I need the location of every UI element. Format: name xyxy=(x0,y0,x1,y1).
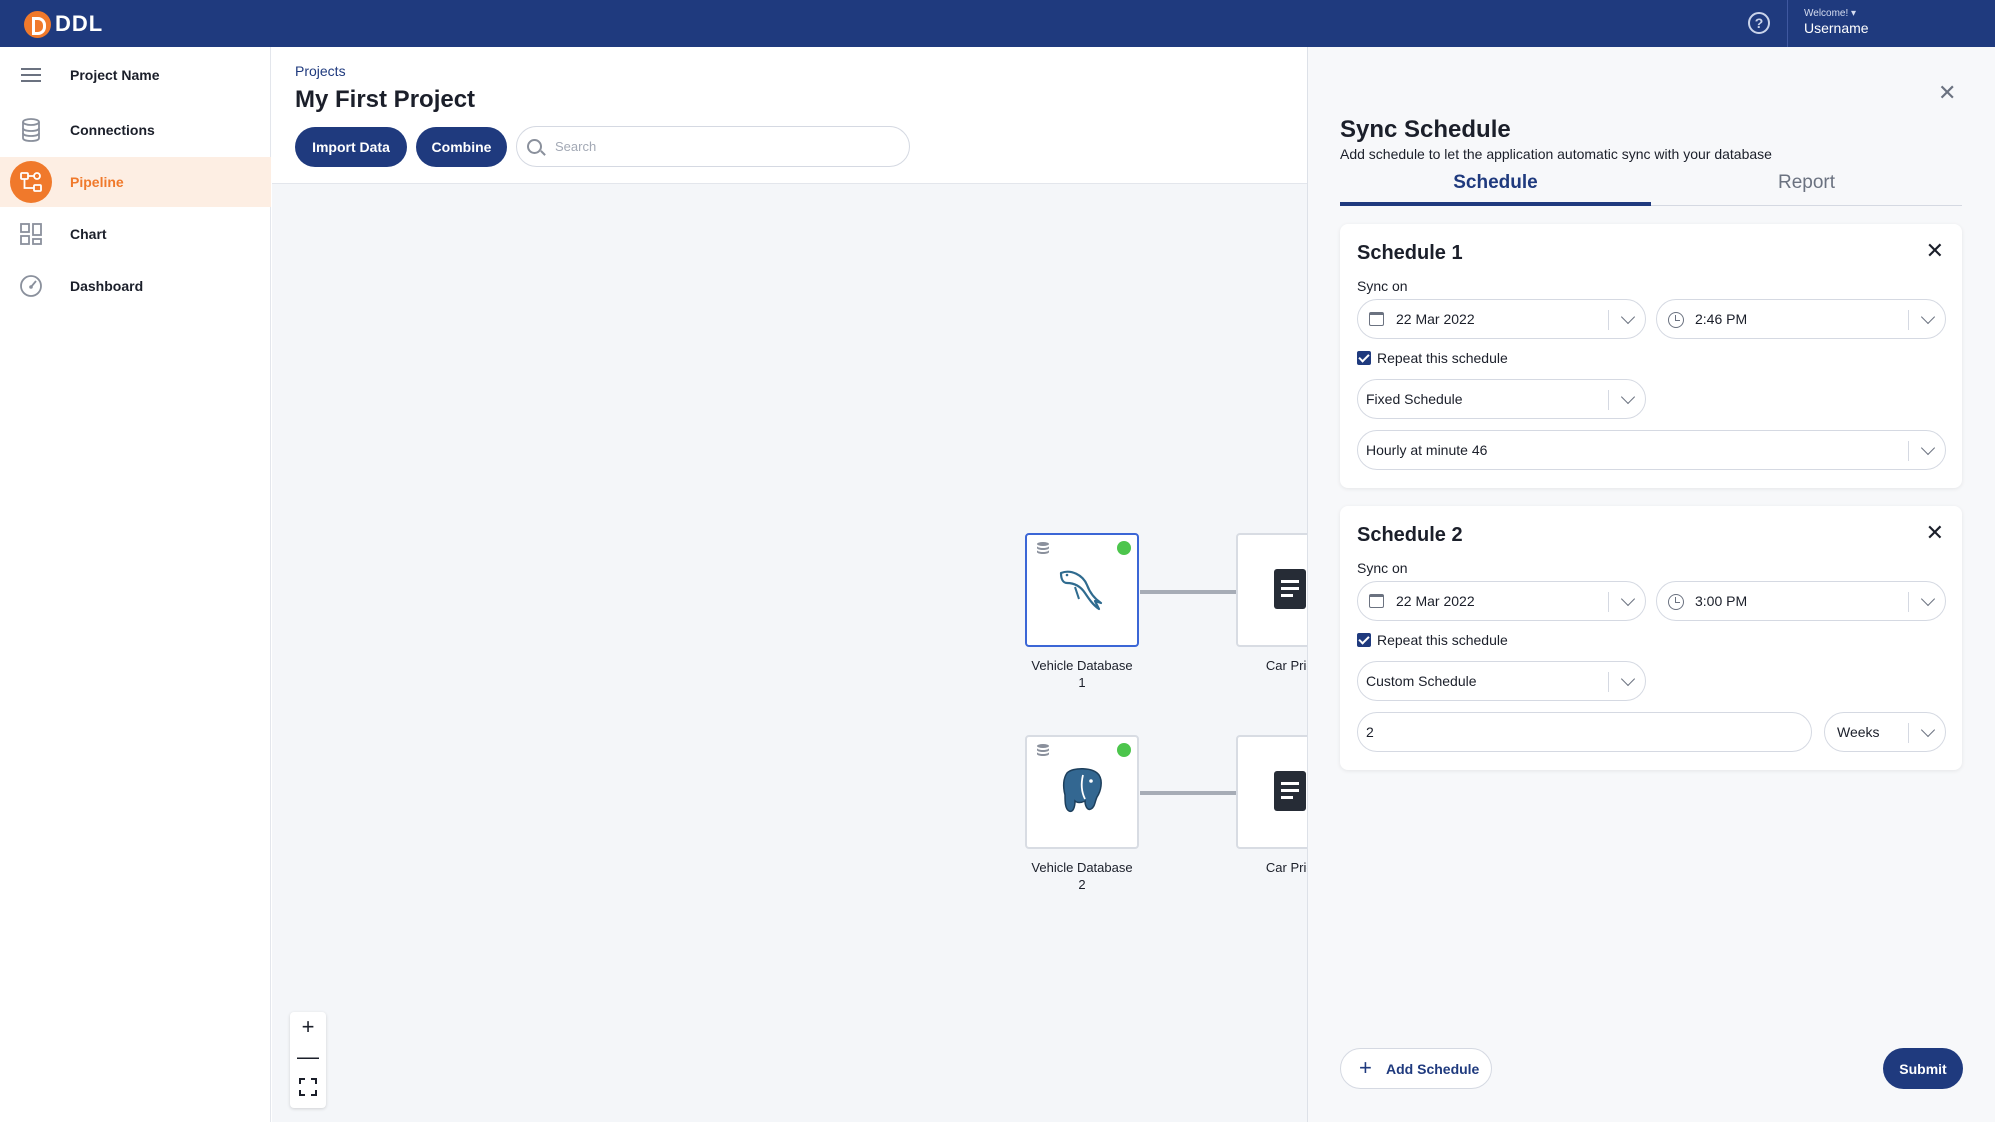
sidebar-item-label: Chart xyxy=(70,226,107,242)
tab-report[interactable]: Report xyxy=(1651,172,1962,206)
zoom-controls: + — xyxy=(290,1012,326,1108)
time-select[interactable]: 3:00 PM xyxy=(1656,581,1946,621)
close-icon[interactable]: ✕ xyxy=(1938,80,1956,106)
username[interactable]: Username xyxy=(1804,20,1869,36)
pipeline-connector xyxy=(1140,590,1246,594)
mysql-dolphin-icon xyxy=(1059,570,1103,611)
sync-on-label: Sync on xyxy=(1357,278,1408,294)
database-icon xyxy=(10,109,52,151)
sidebar: Project Name Connections Pipeline Chart … xyxy=(0,47,271,1122)
chevron-down-icon xyxy=(1920,591,1936,607)
welcome-label[interactable]: Welcome! ▾ xyxy=(1804,8,1856,19)
node-label: Car Price xyxy=(1265,658,1307,673)
chevron-down-icon xyxy=(1620,389,1636,405)
time-select[interactable]: 2:46 PM xyxy=(1656,299,1946,339)
top-bar: DDL ? Welcome! ▾ Username xyxy=(0,0,1995,47)
chevron-down-icon xyxy=(1920,309,1936,325)
database-icon xyxy=(1037,744,1049,756)
chevron-down-icon xyxy=(1920,440,1936,456)
interval-unit-select[interactable]: Weeks xyxy=(1824,712,1946,752)
search-input[interactable] xyxy=(555,139,885,154)
sidebar-item-chart[interactable]: Chart xyxy=(0,209,271,259)
document-icon xyxy=(1274,569,1306,609)
node-label: Vehicle Database 1 xyxy=(1031,658,1133,690)
zoom-in-button[interactable]: + xyxy=(290,1012,326,1042)
menu-icon[interactable] xyxy=(10,54,52,96)
remove-schedule-icon[interactable]: ✕ xyxy=(1926,238,1944,264)
sidebar-item-label: Connections xyxy=(70,122,155,138)
logo-icon xyxy=(24,10,51,38)
node-label: Car Price xyxy=(1265,860,1307,875)
database-icon xyxy=(1037,542,1049,554)
submit-button[interactable]: Submit xyxy=(1883,1048,1963,1089)
sidebar-project-header: Project Name xyxy=(0,50,271,100)
status-dot xyxy=(1117,743,1131,757)
combine-button[interactable]: Combine xyxy=(416,127,507,167)
user-divider xyxy=(1787,0,1788,47)
sidebar-item-label: Pipeline xyxy=(70,174,124,190)
schedule-title: Schedule 2 xyxy=(1357,524,1463,546)
pipeline-icon xyxy=(10,161,52,203)
pipeline-node-car-price-1[interactable] xyxy=(1236,533,1307,647)
fit-view-button[interactable] xyxy=(290,1072,326,1102)
sidebar-item-pipeline[interactable]: Pipeline xyxy=(0,157,271,207)
status-dot xyxy=(1117,541,1131,555)
interval-input[interactable] xyxy=(1357,712,1812,752)
chevron-down-icon xyxy=(1620,591,1636,607)
sidebar-item-connections[interactable]: Connections xyxy=(0,105,271,155)
import-data-button[interactable]: Import Data xyxy=(295,127,407,167)
zoom-out-button[interactable]: — xyxy=(290,1042,326,1072)
date-select[interactable]: 22 Mar 2022 xyxy=(1357,299,1646,339)
search-icon xyxy=(527,139,542,154)
breadcrumb[interactable]: Projects xyxy=(295,63,346,79)
add-schedule-button[interactable]: + Add Schedule xyxy=(1340,1048,1492,1089)
logo-text: DDL xyxy=(55,11,104,36)
schedule-card-2: Schedule 2 ✕ Sync on 22 Mar 2022 3:00 PM… xyxy=(1340,506,1962,770)
calendar-icon xyxy=(1369,594,1384,608)
chevron-down-icon xyxy=(1620,671,1636,687)
chevron-down-icon xyxy=(1920,722,1936,738)
chevron-down-icon xyxy=(1620,309,1636,325)
clock-icon xyxy=(1668,312,1684,328)
page-title: My First Project xyxy=(295,86,476,113)
pipeline-node-car-price-2[interactable] xyxy=(1236,735,1307,849)
schedule-title: Schedule 1 xyxy=(1357,242,1463,264)
repeat-checkbox-row[interactable]: Repeat this schedule xyxy=(1357,350,1508,366)
panel-title: Sync Schedule xyxy=(1340,116,1511,143)
sidebar-item-dashboard[interactable]: Dashboard xyxy=(0,261,271,311)
tab-schedule[interactable]: Schedule xyxy=(1340,172,1651,206)
grid-icon xyxy=(10,213,52,255)
schedule-mode-select[interactable]: Fixed Schedule xyxy=(1357,379,1646,419)
gauge-icon xyxy=(10,265,52,307)
schedule-mode-select[interactable]: Custom Schedule xyxy=(1357,661,1646,701)
help-icon[interactable]: ? xyxy=(1748,12,1770,34)
pipeline-canvas[interactable]: Vehicle Database1 Car Price Vehicle Data… xyxy=(272,184,1307,1122)
project-name: Project Name xyxy=(70,67,160,83)
repeat-checkbox[interactable] xyxy=(1357,633,1371,647)
document-icon xyxy=(1274,771,1306,811)
plus-icon: + xyxy=(1359,1055,1372,1080)
repeat-checkbox-row[interactable]: Repeat this schedule xyxy=(1357,632,1508,648)
pipeline-connector xyxy=(1140,791,1246,795)
frequency-select[interactable]: Hourly at minute 46 xyxy=(1357,430,1946,470)
remove-schedule-icon[interactable]: ✕ xyxy=(1926,520,1944,546)
search-box xyxy=(516,126,910,167)
calendar-icon xyxy=(1369,312,1384,326)
pipeline-node-vehicle-db-1[interactable] xyxy=(1025,533,1139,647)
panel-subtitle: Add schedule to let the application auto… xyxy=(1340,146,1772,162)
clock-icon xyxy=(1668,594,1684,610)
node-label: Vehicle Database 2 xyxy=(1031,860,1133,892)
schedule-card-1: Schedule 1 ✕ Sync on 22 Mar 2022 2:46 PM… xyxy=(1340,224,1962,488)
pipeline-node-vehicle-db-2[interactable] xyxy=(1025,735,1139,849)
app-logo[interactable]: DDL xyxy=(24,10,103,38)
sync-on-label: Sync on xyxy=(1357,560,1408,576)
fullscreen-icon xyxy=(299,1078,317,1096)
repeat-checkbox[interactable] xyxy=(1357,351,1371,365)
sidebar-item-label: Dashboard xyxy=(70,278,144,294)
date-select[interactable]: 22 Mar 2022 xyxy=(1357,581,1646,621)
postgres-elephant-icon xyxy=(1062,768,1102,813)
